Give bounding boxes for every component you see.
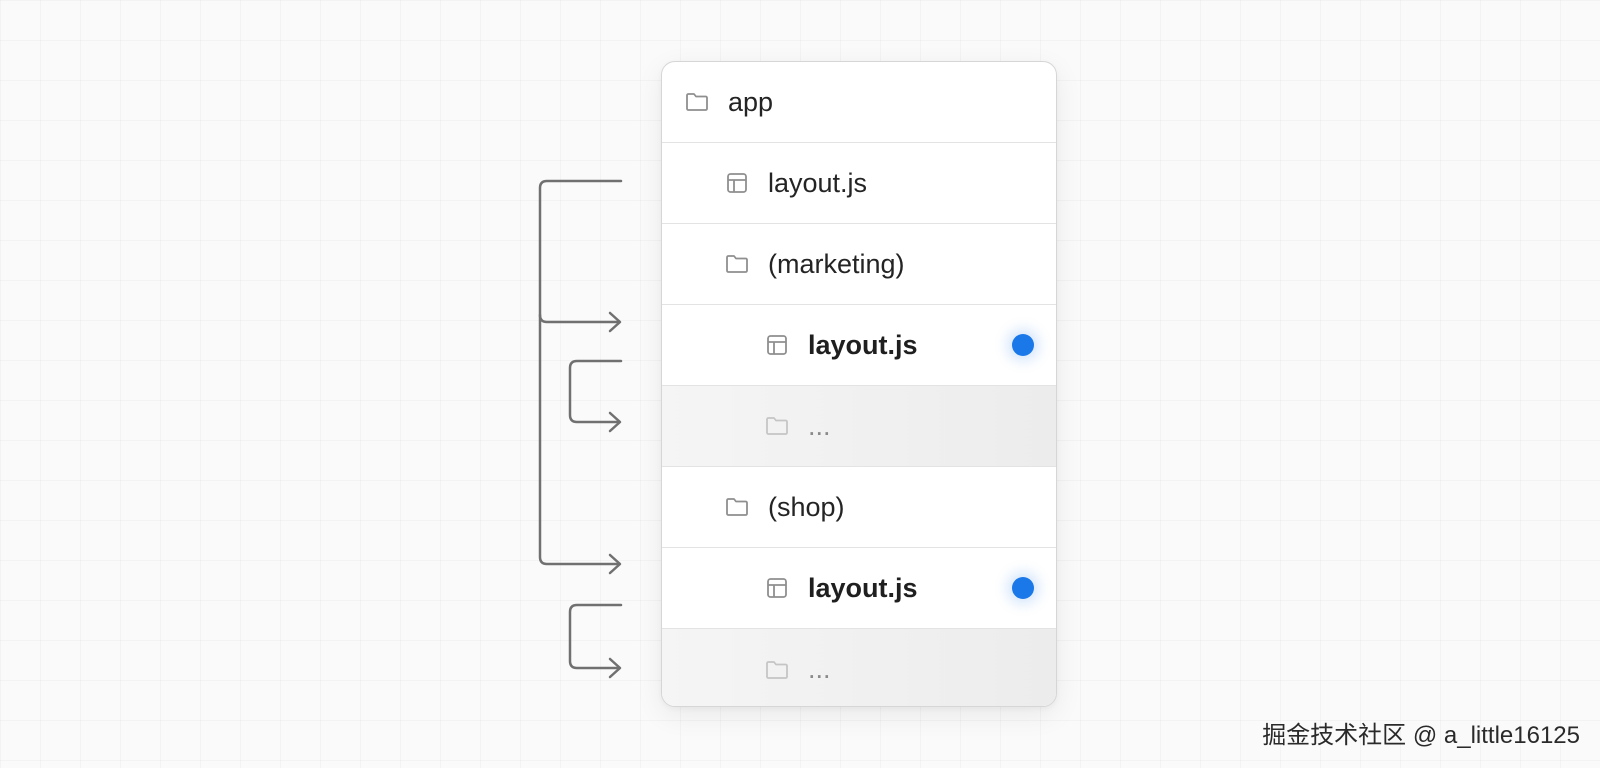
- tree-row-marketing-children[interactable]: ...: [662, 386, 1056, 467]
- folder-icon: [764, 657, 790, 683]
- folder-icon: [724, 494, 750, 520]
- folder-icon: [684, 89, 710, 115]
- connector-shop-to-children: [568, 603, 623, 670]
- arrowhead-marketing-children: [608, 411, 622, 433]
- active-marker-dot: [1012, 577, 1034, 599]
- tree-row-label: layout.js: [768, 167, 868, 198]
- tree-row-label: ...: [808, 410, 831, 441]
- tree-row-label: ...: [808, 654, 831, 684]
- tree-row-label: app: [728, 86, 774, 117]
- layout-file-icon: [764, 332, 790, 358]
- connector-root-to-marketing-layout: [538, 179, 623, 324]
- file-tree-panel: app layout.js (marketing) layout.js ... …: [661, 61, 1057, 707]
- tree-row-app-folder[interactable]: app: [662, 62, 1056, 143]
- tree-row-label: layout.js: [808, 572, 918, 603]
- connector-root-to-shop-layout: [538, 313, 621, 566]
- connector-marketing-to-children: [568, 359, 623, 424]
- arrowhead-shop-layout: [608, 553, 622, 575]
- tree-row-root-layout[interactable]: layout.js: [662, 143, 1056, 224]
- tree-row-marketing-folder[interactable]: (marketing): [662, 224, 1056, 305]
- tree-row-shop-folder[interactable]: (shop): [662, 467, 1056, 548]
- active-marker-dot: [1012, 334, 1034, 356]
- arrowhead-shop-children: [608, 657, 622, 679]
- layout-file-icon: [764, 575, 790, 601]
- folder-icon: [724, 251, 750, 277]
- layout-file-icon: [724, 170, 750, 196]
- watermark-text: 掘金技术社区 @ a_little16125: [1262, 722, 1580, 749]
- tree-row-label: (shop): [768, 491, 845, 522]
- tree-row-marketing-layout[interactable]: layout.js: [662, 305, 1056, 386]
- tree-row-shop-children[interactable]: ...: [662, 629, 1056, 706]
- folder-icon: [764, 413, 790, 439]
- tree-row-label: layout.js: [808, 329, 918, 360]
- tree-row-shop-layout[interactable]: layout.js: [662, 548, 1056, 629]
- arrowhead-marketing-layout: [608, 311, 622, 333]
- tree-row-label: (marketing): [768, 248, 905, 279]
